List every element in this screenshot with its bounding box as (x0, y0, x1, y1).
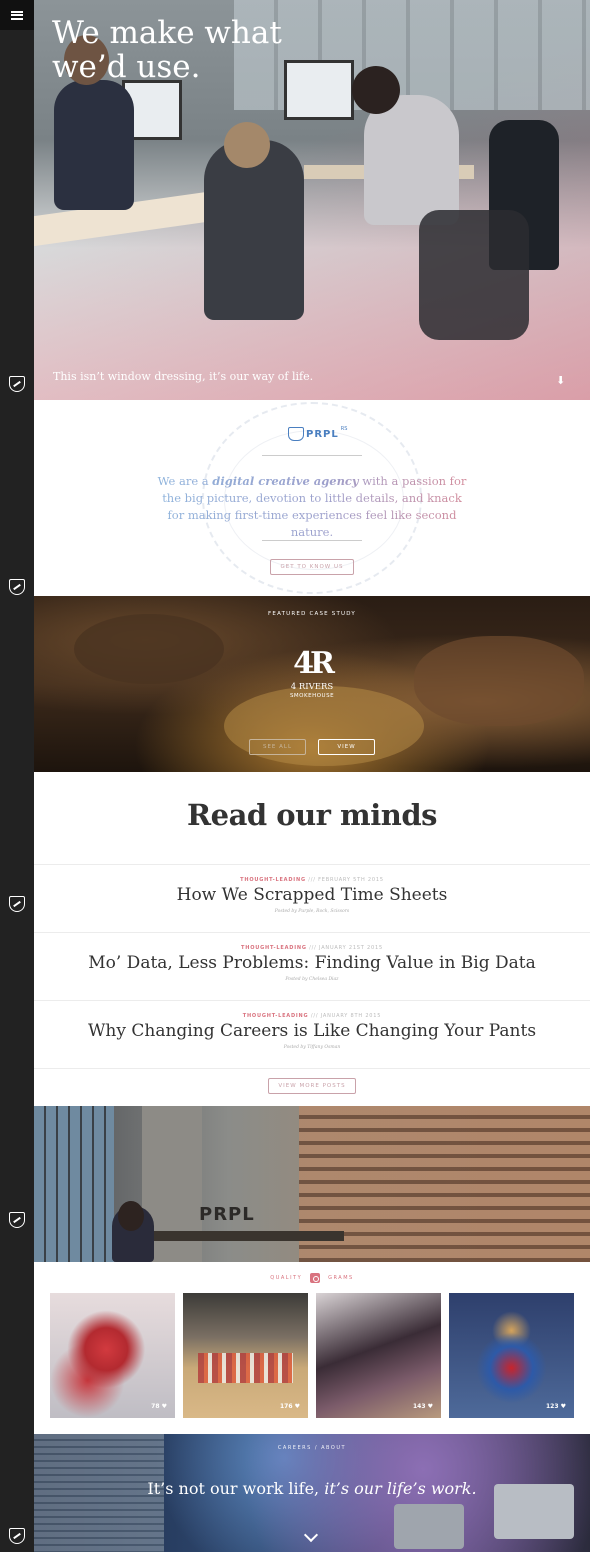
hero-tagline: This isn’t window dressing, it’s our way… (53, 370, 314, 383)
grams-left-label: QUALITY (270, 1275, 303, 1281)
meta-separator: /// (309, 945, 317, 951)
sidebar-nav (0, 0, 34, 1552)
prpl-shield-icon[interactable] (9, 579, 25, 595)
post-title[interactable]: Why Changing Careers is Like Changing Yo… (34, 1021, 590, 1041)
agency-intro-section: PRPL RS We are a digital creative agency… (34, 400, 590, 596)
post-meta: THOUGHT-LEADING /// FEBRUARY 5TH 2015 (34, 877, 590, 883)
headline-italic: it’s our life’s work. (324, 1479, 477, 1498)
get-to-know-us-button[interactable]: GET TO KNOW US (270, 559, 354, 575)
instagram-photo[interactable]: 123 ♥ (449, 1293, 574, 1418)
instagram-icon[interactable] (310, 1273, 321, 1283)
chevron-down-icon[interactable] (303, 1527, 319, 1543)
prpl-shield-icon[interactable] (9, 1212, 25, 1228)
like-number: 143 (412, 1403, 426, 1410)
office-photo: PRPL (34, 1106, 590, 1262)
like-count: 78 ♥ (151, 1403, 167, 1410)
person (364, 95, 459, 225)
divider (262, 540, 362, 541)
person-head (118, 1201, 144, 1231)
like-count: 123 ♥ (546, 1403, 566, 1410)
post-title[interactable]: How We Scrapped Time Sheets (34, 885, 590, 905)
office-sign: PRPL (199, 1204, 255, 1225)
post-author: Posted by Chelsea Diaz (285, 977, 339, 982)
chair (419, 210, 529, 340)
hero-section: We make what we’d use. This isn’t window… (34, 0, 590, 400)
instagram-photo[interactable]: 176 ♥ (183, 1293, 308, 1418)
arrow-down-icon[interactable]: ⬇ (556, 374, 566, 387)
intro-before: We are a (157, 474, 213, 488)
person (204, 140, 304, 320)
careers-section: CAREERS / ABOUT It’s not our work life, … (34, 1434, 590, 1552)
post-meta: THOUGHT-LEADING /// JANUARY 21ST 2015 (34, 945, 590, 951)
person-head (352, 66, 400, 114)
heart-icon: ♥ (294, 1403, 300, 1410)
instagram-photo[interactable]: 78 ♥ (50, 1293, 175, 1418)
client-name: 4 RIVERS (290, 682, 334, 692)
intro-emphasis: digital creative agency (212, 474, 359, 488)
blog-post[interactable]: THOUGHT-LEADING /// FEBRUARY 5TH 2015 Ho… (34, 864, 590, 932)
prpl-shield-icon[interactable] (9, 896, 25, 912)
post-date: JANUARY 8TH 2015 (320, 1013, 382, 1019)
client-subname: SMOKEHOUSE (289, 693, 335, 699)
see-all-button[interactable]: SEE ALL (249, 739, 306, 755)
post-date: FEBRUARY 5TH 2015 (318, 877, 384, 883)
view-button[interactable]: VIEW (318, 739, 375, 755)
prpl-shield-icon (288, 427, 304, 441)
prpl-shield-icon[interactable] (9, 376, 25, 392)
post-author: Posted by Purple, Rock, Scissors (274, 909, 350, 914)
post-category[interactable]: THOUGHT-LEADING (240, 877, 306, 883)
laptop (394, 1504, 464, 1549)
blog-post[interactable]: THOUGHT-LEADING /// JANUARY 21ST 2015 Mo… (34, 932, 590, 1000)
food-photo (74, 614, 224, 684)
careers-headline: It’s not our work life, it’s our life’s … (34, 1479, 590, 1498)
headline-plain: It’s not our work life, (147, 1479, 325, 1498)
meta-separator: /// (310, 1013, 319, 1019)
like-number: 123 (545, 1403, 559, 1410)
hamburger-icon (11, 10, 23, 20)
heart-icon: ♥ (560, 1403, 566, 1410)
blog-footer: VIEW MORE POSTS (34, 1068, 590, 1106)
view-more-posts-button[interactable]: VIEW MORE POSTS (268, 1078, 356, 1094)
like-count: 143 ♥ (413, 1403, 433, 1410)
post-title[interactable]: Mo’ Data, Less Problems: Finding Value i… (34, 953, 590, 973)
desk (124, 1231, 344, 1241)
instagram-header: QUALITY GRAMS (34, 1272, 590, 1284)
blog-heading: Read our minds (187, 798, 437, 832)
logo-text: PRPL (306, 428, 339, 440)
post-date: JANUARY 21ST 2015 (319, 945, 383, 951)
agency-intro-text: We are a digital creative agency with a … (154, 473, 470, 541)
person (54, 80, 134, 210)
case-study-section: FEATURED CASE STUDY 4R 4 RIVERS SMOKEHOU… (34, 596, 590, 772)
instagram-section: QUALITY GRAMS 78 ♥ 176 ♥ 143 ♥ 123 ♥ (34, 1262, 590, 1434)
instagram-photo[interactable]: 143 ♥ (316, 1293, 441, 1418)
post-category[interactable]: THOUGHT-LEADING (243, 1013, 309, 1019)
heart-icon: ♥ (161, 1403, 167, 1410)
prpl-shield-icon[interactable] (9, 1528, 25, 1544)
case-study-label: FEATURED CASE STUDY (268, 611, 356, 617)
blog-post[interactable]: THOUGHT-LEADING /// JANUARY 8TH 2015 Why… (34, 1000, 590, 1068)
post-meta: THOUGHT-LEADING /// JANUARY 8TH 2015 (34, 1013, 590, 1019)
grams-right-label: GRAMS (328, 1275, 354, 1281)
logo-sup: RS (340, 426, 348, 432)
person-head (224, 122, 270, 168)
blog-section: Read our minds THOUGHT-LEADING /// FEBRU… (34, 772, 590, 1106)
hero-headline: We make what we’d use. (52, 15, 282, 85)
like-count: 176 ♥ (280, 1403, 300, 1410)
prpl-logo: PRPL RS (288, 426, 347, 442)
menu-button[interactable] (0, 0, 34, 30)
heart-icon: ♥ (427, 1403, 433, 1410)
like-number: 78 (151, 1403, 160, 1410)
office-windows (34, 1106, 114, 1262)
meta-separator: /// (308, 877, 316, 883)
post-author: Posted by Tiffany Osman (283, 1045, 341, 1050)
food-photo (414, 636, 584, 726)
careers-about-label[interactable]: CAREERS / ABOUT (34, 1445, 590, 1451)
post-category[interactable]: THOUGHT-LEADING (241, 945, 307, 951)
divider (262, 455, 362, 456)
like-number: 176 (279, 1403, 293, 1410)
client-logo: 4R (293, 646, 335, 681)
